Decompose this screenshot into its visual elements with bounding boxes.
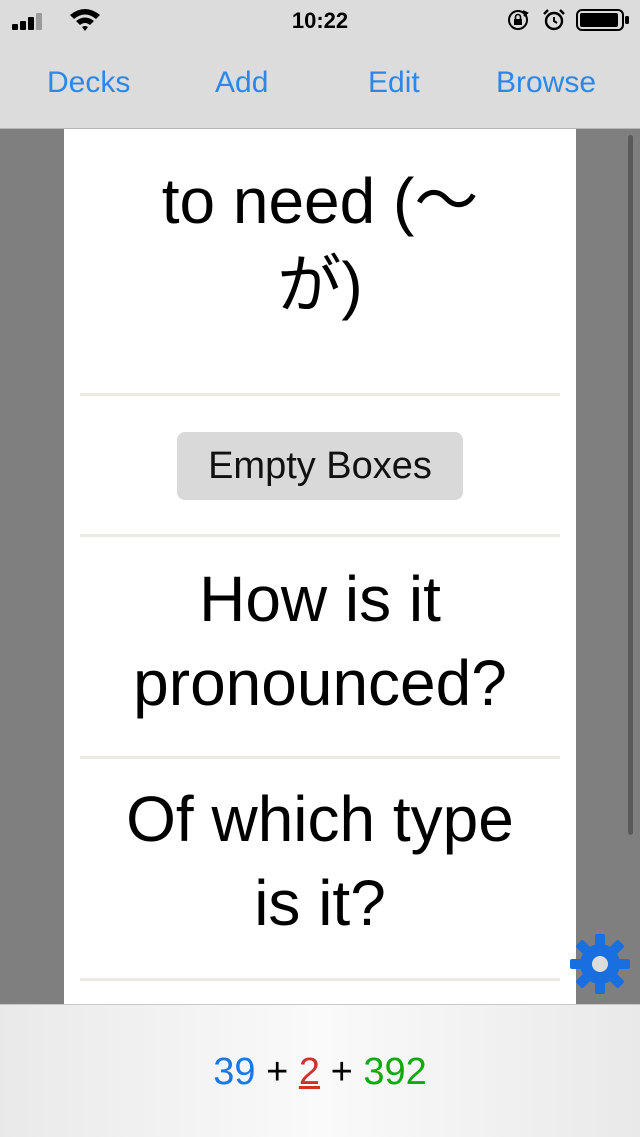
question1-line1: How is it [199, 563, 441, 635]
divider [80, 393, 560, 396]
answer-bar[interactable]: 39 + 2 + 392 [0, 1004, 640, 1137]
new-count: 39 [213, 1051, 256, 1093]
review-count: 392 [363, 1051, 427, 1093]
question2-line2: is it? [254, 867, 386, 939]
divider [80, 756, 560, 759]
plus-sign: + [330, 1051, 353, 1093]
divider [80, 534, 560, 537]
toolbar: Decks Add Edit Browse [0, 40, 640, 128]
card-front-line1: to need (〜 [161, 165, 479, 237]
scrollbar[interactable] [628, 135, 633, 835]
card-viewer[interactable]: to need (〜 が) Empty Boxes How is it pron… [0, 129, 640, 1004]
due-counts: 39 + 2 + 392 [0, 1051, 640, 1094]
flashcard: to need (〜 が) Empty Boxes How is it pron… [64, 129, 576, 1004]
alarm-icon [543, 9, 565, 31]
type-question: Of which type is it? [64, 777, 576, 945]
pronunciation-question: How is it pronounced? [64, 557, 576, 725]
learning-count: 2 [298, 1051, 320, 1093]
top-bar: 10:22 Decks Add Edit Browse [0, 0, 640, 129]
browse-button[interactable]: Browse [496, 66, 596, 100]
card-front-text: to need (〜 が) [64, 159, 576, 327]
plus-sign: + [266, 1051, 289, 1093]
decks-button[interactable]: Decks [47, 66, 130, 100]
question1-line2: pronounced? [133, 647, 507, 719]
battery-icon [576, 9, 629, 31]
add-button[interactable]: Add [215, 66, 268, 100]
question2-line1: Of which type [126, 783, 514, 855]
divider [80, 978, 560, 981]
gear-icon[interactable] [568, 932, 632, 996]
rotation-lock-icon [508, 10, 529, 30]
edit-button[interactable]: Edit [368, 66, 420, 100]
status-bar: 10:22 [0, 0, 640, 40]
card-front-line2: が) [277, 249, 363, 321]
empty-boxes-button[interactable]: Empty Boxes [177, 432, 463, 500]
